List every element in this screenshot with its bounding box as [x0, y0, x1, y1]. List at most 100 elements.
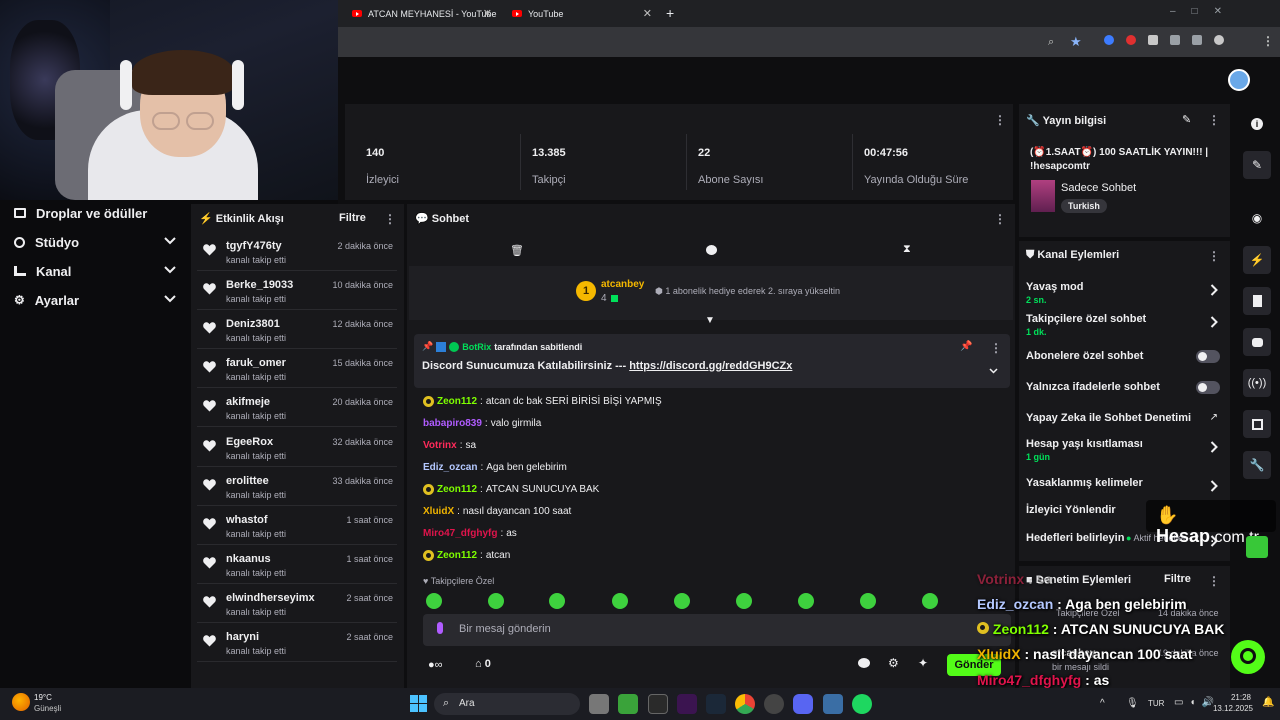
chat-username[interactable]: Zeon112 [437, 550, 477, 561]
chat-icon[interactable] [706, 245, 717, 255]
feed-item[interactable]: tgyfY476ty kanalı takip etti 2 dakika ön… [197, 232, 397, 271]
language-indicator[interactable]: TUR [1148, 699, 1164, 708]
mod-tools-icon[interactable]: ✦ [918, 656, 928, 670]
feed-item[interactable]: akifmeje kanalı takip etti 20 dakika önc… [197, 388, 397, 428]
feed-username[interactable]: faruk_omer [226, 357, 286, 369]
emote-icon[interactable] [426, 593, 442, 609]
points-counter[interactable]: ⌂ 0 [475, 658, 491, 670]
channel-action-item[interactable]: Hesap yaşı kısıtlaması 1 gün [1026, 438, 1222, 462]
browser-menu-icon[interactable]: ⋮ [1262, 34, 1274, 48]
chat-username[interactable]: Miro47_dfghyfg [423, 528, 497, 539]
feed-item[interactable]: whastof kanalı takip etti 1 saat önce [197, 506, 397, 545]
feed-item[interactable]: EgeeRox kanalı takip etti 32 dakika önce [197, 428, 397, 467]
broadcast-icon[interactable]: ((•)) [1243, 369, 1271, 397]
trash-icon[interactable]: 🗑 [510, 244, 524, 257]
chat-menu-icon[interactable]: ⋮ [994, 212, 1006, 226]
discord-link[interactable]: https://discord.gg/reddGH9CZx [629, 360, 792, 372]
premiere-icon[interactable] [677, 694, 697, 714]
chevron-down-icon[interactable] [989, 368, 998, 374]
feed-username[interactable]: haryni [226, 631, 259, 643]
language-tag[interactable]: Turkish [1061, 199, 1107, 213]
emote-icon[interactable] [922, 593, 938, 609]
chrome-icon[interactable] [735, 694, 755, 714]
channel-actions-menu-icon[interactable]: ⋮ [1208, 249, 1220, 263]
chat-username[interactable]: Zeon112 [437, 396, 477, 407]
leaderboard-user[interactable]: atcanbey [601, 279, 644, 290]
tab-youtube[interactable]: YouTube ✕ [500, 2, 660, 25]
channel-action-item[interactable]: Yavaş mod 2 sn. [1026, 281, 1222, 305]
steam-icon[interactable] [706, 694, 726, 714]
feed-item[interactable]: Berke_19033 kanalı takip etti 10 dakika … [197, 271, 397, 311]
emote-icon[interactable] [798, 593, 814, 609]
edit-icon[interactable]: ✎ [1182, 113, 1191, 126]
stream-info-menu-icon[interactable]: ⋮ [1208, 113, 1220, 127]
activity-filter-button[interactable]: Filtre [339, 212, 366, 224]
feed-item[interactable]: erolittee kanalı takip etti 33 dakika ön… [197, 467, 397, 506]
windows-start-icon[interactable] [410, 695, 427, 712]
notification-icon[interactable]: 🔔 [1262, 697, 1274, 708]
feed-username[interactable]: akifmeje [226, 396, 270, 408]
close-tab-icon[interactable]: ✕ [483, 7, 492, 20]
close-tab-icon[interactable]: ✕ [643, 7, 652, 20]
feed-item[interactable]: Deniz3801 kanalı takip etti 12 dakika ön… [197, 310, 397, 350]
terminal-icon[interactable] [648, 694, 668, 714]
channel-action-item[interactable]: Takipçilere özel sohbet 1 dk. [1026, 313, 1222, 337]
stack-icon[interactable] [1243, 410, 1271, 438]
emote-picker-icon[interactable] [858, 658, 870, 668]
avatar[interactable] [1228, 69, 1250, 91]
feed-username[interactable]: EgeeRox [226, 436, 273, 448]
chat-settings-icon[interactable]: ⚙ [888, 656, 899, 670]
chat-username[interactable]: babapiro839 [423, 418, 482, 429]
mod-filter-button[interactable]: Filtre [1164, 573, 1191, 585]
feed-username[interactable]: Berke_19033 [226, 279, 293, 291]
app-icon[interactable] [823, 694, 843, 714]
toggle-switch[interactable] [1196, 381, 1220, 394]
feed-item[interactable]: nkaanus kanalı takip etti 1 saat önce [197, 545, 397, 584]
feed-username[interactable]: whastof [226, 514, 268, 526]
channel-action-item[interactable]: Yasaklanmış kelimeler [1026, 477, 1222, 492]
weather-temp[interactable]: 19°C [34, 693, 52, 702]
sidebar-item-drops[interactable]: Droplar ve ödüller [14, 202, 176, 224]
lightning-icon[interactable]: ⚡ [1243, 246, 1271, 274]
chat-bubble-icon[interactable] [1243, 328, 1271, 356]
extension-icons[interactable] [1104, 35, 1234, 49]
minecraft-icon[interactable] [618, 694, 638, 714]
tab-atcan-meyhanesi[interactable]: ATCAN MEYHANESİ - YouTube ✕ [340, 2, 500, 25]
collapse-icon[interactable]: ▼ [705, 315, 715, 326]
zoom-icon[interactable]: ⌕ [1048, 36, 1054, 49]
pencil-icon[interactable]: ✎ [1243, 151, 1271, 179]
info-icon[interactable]: i [1243, 110, 1271, 138]
activity-menu-icon[interactable]: ⋮ [384, 212, 396, 226]
feed-username[interactable]: elwindherseyimx [226, 592, 315, 604]
feed-username[interactable]: Deniz3801 [226, 318, 280, 330]
clock-time[interactable]: 21:28 [1215, 693, 1251, 702]
emote-icon[interactable] [860, 593, 876, 609]
toggle-switch[interactable] [1196, 350, 1220, 363]
taskbar-search[interactable]: Ara [434, 693, 580, 715]
task-view-icon[interactable] [589, 694, 609, 714]
microphone-icon[interactable] [437, 622, 443, 634]
emote-icon[interactable] [736, 593, 752, 609]
unpin-icon[interactable]: 📌 [960, 341, 972, 352]
emote-icon[interactable] [488, 593, 504, 609]
chat-username[interactable]: Zeon112 [437, 484, 477, 495]
spotify-icon[interactable] [852, 694, 872, 714]
channel-action-item[interactable]: Abonelere özel sohbet [1026, 350, 1222, 363]
camera-icon[interactable]: ◉ [1243, 204, 1271, 232]
stats-menu-icon[interactable]: ⋮ [994, 113, 1006, 127]
new-tab-button[interactable]: + [666, 5, 674, 21]
document-icon[interactable] [1243, 287, 1271, 315]
mod-actions-menu-icon[interactable]: ⋮ [1208, 574, 1220, 588]
feed-item[interactable]: faruk_omer kanalı takip etti 15 dakika ö… [197, 349, 397, 389]
window-controls[interactable]: –□✕ [1170, 6, 1238, 17]
feed-username[interactable]: nkaanus [226, 553, 271, 565]
sidebar-item-channel[interactable]: Kanal [14, 260, 176, 282]
emote-icon[interactable] [612, 593, 628, 609]
bookmark-star-icon[interactable]: ★ [1070, 34, 1082, 50]
chat-username[interactable]: XluidX [423, 506, 454, 517]
channel-action-item[interactable]: Yalnızca ifadelerle sohbet [1026, 381, 1222, 394]
feed-username[interactable]: erolittee [226, 475, 269, 487]
clapper-icon[interactable] [1243, 533, 1271, 561]
pinned-menu-icon[interactable]: ⋮ [990, 341, 1002, 355]
mic-tray-icon[interactable]: 🎙 [1126, 698, 1139, 709]
